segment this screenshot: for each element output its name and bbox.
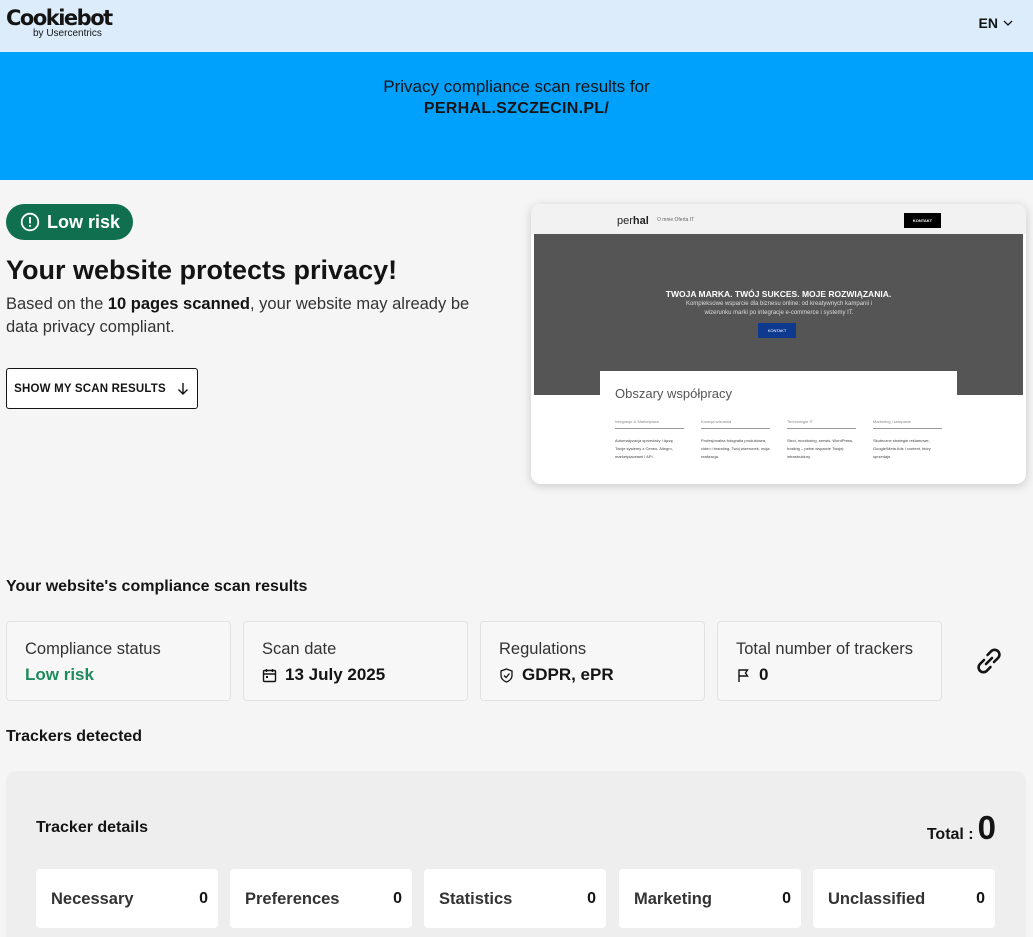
tracker-details-panel: Tracker details Total : 0 Necessary 0 Pr… (6, 771, 1026, 937)
preview-hero-subtitle: Kompleksowe wsparcie dla biznesu online:… (685, 301, 873, 316)
hero-intro-text: Privacy compliance scan results for (383, 77, 650, 96)
hero-banner: Privacy compliance scan results for PERH… (0, 52, 1033, 180)
cookiebot-logo[interactable]: Cookiebot by Usercentrics (6, 6, 113, 40)
tracker-total: Total : 0 (927, 809, 996, 847)
preview-nav-links: O mnie Oferta IT (657, 217, 695, 223)
risk-badge-label: Low risk (47, 211, 121, 232)
tracker-category-unclassified[interactable]: Unclassified 0 (813, 869, 995, 928)
flag-icon (738, 668, 749, 682)
card-label: Regulations (499, 640, 587, 658)
tracker-category-necessary[interactable]: Necessary 0 (36, 869, 218, 928)
tracker-category-preferences[interactable]: Preferences 0 (230, 869, 412, 928)
top-bar: Cookiebot by Usercentrics EN (0, 0, 1033, 52)
pages-scanned: 10 pages scanned (107, 295, 250, 313)
preview-services-title: Obszary współpracy (615, 386, 733, 401)
regulations-card: Regulations GDPR, ePR (480, 621, 705, 701)
preview-hero-cta: KONTAKT (758, 323, 796, 338)
card-label: Total number of trackers (736, 640, 913, 658)
scan-date-card: Scan date 13 July 2025 (243, 621, 468, 701)
preview-nav-button: KONTAKT (904, 213, 941, 228)
tracker-details-title: Tracker details (36, 819, 149, 836)
compliance-section-title: Your website's compliance scan results (6, 578, 308, 595)
compliance-status-value: Low risk (25, 665, 94, 684)
shield-check-icon (500, 667, 513, 683)
show-scan-results-button[interactable]: SHOW MY SCAN RESULTS (6, 368, 198, 409)
chevron-down-icon (1003, 20, 1013, 26)
preview-service-column: Integracje & Marketplace Automatyzacja s… (615, 419, 684, 461)
trackers-count-card: Total number of trackers 0 (717, 621, 942, 701)
risk-badge: Low risk (6, 204, 133, 240)
preview-hero-title: TWOJA MARKA. TWÓJ SUKCES. MOJE ROZWIĄZAN… (665, 289, 892, 299)
arrow-down-icon (177, 382, 188, 395)
preview-services-box: Obszary współpracy Integracje & Marketpl… (600, 371, 957, 484)
link-icon[interactable] (972, 644, 1006, 678)
logo-byline: by Usercentrics (33, 28, 102, 39)
trackers-section-title: Trackers detected (6, 728, 143, 745)
compliance-status-card: Compliance status Low risk (6, 621, 231, 701)
tracker-category-marketing[interactable]: Marketing 0 (619, 869, 801, 928)
result-headline: Your website protects privacy! (6, 255, 398, 285)
preview-nav: perhal O mnie Oferta IT KONTAKT (531, 204, 1026, 234)
scanned-domain: PERHAL.SZCZECIN.PL/ (423, 100, 610, 117)
website-screenshot-preview: perhal O mnie Oferta IT KONTAKT TWOJA MA… (531, 204, 1026, 484)
desc-prefix: Based on the (6, 295, 108, 313)
preview-logo: perhal (617, 215, 649, 227)
preview-service-column: Marketing i kampanie Skuteczne strategie… (873, 419, 942, 461)
trackers-count-value: 0 (736, 665, 768, 685)
language-label: EN (978, 15, 998, 31)
preview-service-column: Kreacja wizualna Profesjonalna fotografi… (701, 419, 770, 459)
tracker-total-value: 0 (977, 809, 996, 846)
card-label: Compliance status (25, 640, 161, 658)
show-scan-results-label: SHOW MY SCAN RESULTS (14, 382, 166, 395)
logo-wordmark: Cookiebot (6, 6, 113, 30)
tracker-total-label: Total : (926, 826, 974, 843)
tracker-category-statistics[interactable]: Statistics 0 (424, 869, 606, 928)
language-selector[interactable]: EN (979, 15, 1013, 31)
preview-service-column: Technologie IT Sieci, monitoring, serwis… (787, 419, 856, 461)
scan-date-value: 13 July 2025 (262, 665, 385, 685)
result-description: Based on the 10 pages scanned, your webs… (6, 293, 486, 339)
card-label: Scan date (262, 640, 337, 658)
calendar-icon (262, 668, 277, 682)
regulations-value: GDPR, ePR (499, 665, 614, 685)
exclamation-circle-icon (20, 212, 40, 232)
